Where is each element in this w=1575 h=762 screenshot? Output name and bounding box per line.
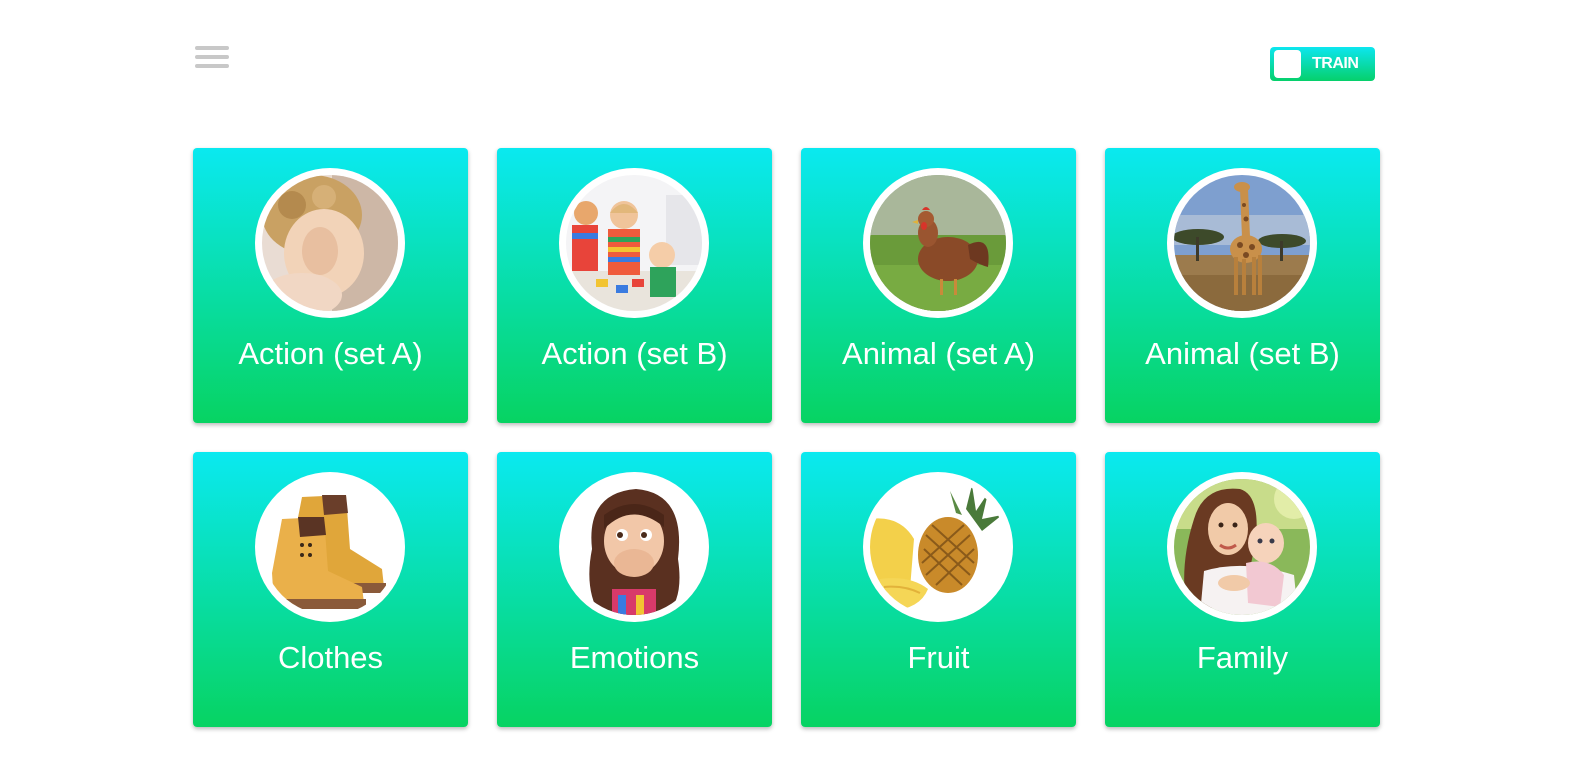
category-label: Family <box>1196 640 1289 675</box>
category-card-action-set-a[interactable]: Action (set A) <box>193 148 468 423</box>
category-card-action-set-b[interactable]: Action (set B) <box>497 148 772 423</box>
children-playing-photo <box>566 175 702 311</box>
category-card-animal-set-a[interactable]: Animal (set A) <box>801 148 1076 423</box>
category-label: Emotions <box>569 640 700 675</box>
category-card-clothes[interactable]: Clothes <box>193 452 468 727</box>
menu-line <box>195 55 229 59</box>
train-toggle[interactable]: TRAIN <box>1270 47 1375 81</box>
category-card-animal-set-b[interactable]: Animal (set B) <box>1105 148 1380 423</box>
category-thumbnail <box>1167 472 1317 622</box>
category-card-fruit[interactable]: Fruit <box>801 452 1076 727</box>
category-label: Animal (set B) <box>1145 336 1340 371</box>
category-thumbnail <box>559 472 709 622</box>
category-label: Fruit <box>907 640 970 675</box>
category-thumbnail <box>559 168 709 318</box>
yellow-boots-photo <box>262 479 398 615</box>
child-rubbing-eye-photo <box>262 175 398 311</box>
category-label: Action (set B) <box>541 336 728 371</box>
category-grid: Action (set A) Action (set B) Animal (se… <box>193 148 1380 727</box>
train-toggle-label: TRAIN <box>1312 55 1359 72</box>
menu-line <box>195 46 229 50</box>
category-thumbnail <box>1167 168 1317 318</box>
category-thumbnail <box>255 472 405 622</box>
category-card-family[interactable]: Family <box>1105 452 1380 727</box>
category-thumbnail <box>863 472 1013 622</box>
app-page: TRAIN Action (set A) Action (set B) Anim… <box>0 0 1575 762</box>
category-thumbnail <box>863 168 1013 318</box>
category-card-emotions[interactable]: Emotions <box>497 452 772 727</box>
category-label: Clothes <box>277 640 384 675</box>
category-label: Action (set A) <box>238 336 423 371</box>
mother-and-baby-photo <box>1174 479 1310 615</box>
menu-line <box>195 64 229 68</box>
hen-on-grass-photo <box>870 175 1006 311</box>
category-label: Animal (set A) <box>842 336 1035 371</box>
hamburger-menu-icon[interactable] <box>195 45 229 71</box>
toggle-knob[interactable] <box>1274 50 1301 78</box>
category-thumbnail <box>255 168 405 318</box>
giraffe-savanna-photo <box>1174 175 1310 311</box>
pineapple-photo <box>870 479 1006 615</box>
surprised-girl-photo <box>566 479 702 615</box>
